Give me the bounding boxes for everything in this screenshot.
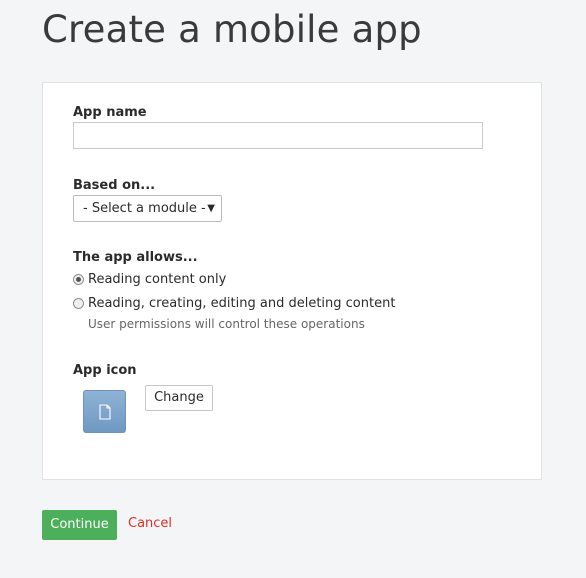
module-select-value: - Select a module -: [83, 201, 206, 216]
radio-button-checked[interactable]: [73, 274, 84, 285]
caret-down-icon: ▼: [207, 203, 215, 214]
app-icon-preview: [83, 390, 126, 433]
allows-label: The app allows...: [73, 250, 198, 265]
page-title: Create a mobile app: [42, 8, 422, 51]
radio-button[interactable]: [73, 298, 84, 309]
app-name-label: App name: [73, 105, 147, 120]
cancel-link[interactable]: Cancel: [128, 516, 172, 531]
radio-option-full-access[interactable]: Reading, creating, editing and deleting …: [73, 296, 395, 311]
app-name-input[interactable]: [73, 122, 483, 149]
continue-button[interactable]: Continue: [42, 510, 117, 540]
based-on-label: Based on...: [73, 178, 156, 193]
radio-label: Reading content only: [88, 272, 227, 287]
module-select[interactable]: - Select a module - ▼: [73, 195, 222, 222]
change-icon-button[interactable]: Change: [145, 385, 213, 411]
radio-option-read-only[interactable]: Reading content only: [73, 272, 226, 287]
form-panel: App name Based on... - Select a module -…: [42, 82, 542, 480]
document-icon: [98, 403, 111, 420]
permissions-note: User permissions will control these oper…: [88, 317, 365, 331]
app-icon-label: App icon: [73, 363, 137, 378]
radio-label: Reading, creating, editing and deleting …: [88, 296, 396, 311]
